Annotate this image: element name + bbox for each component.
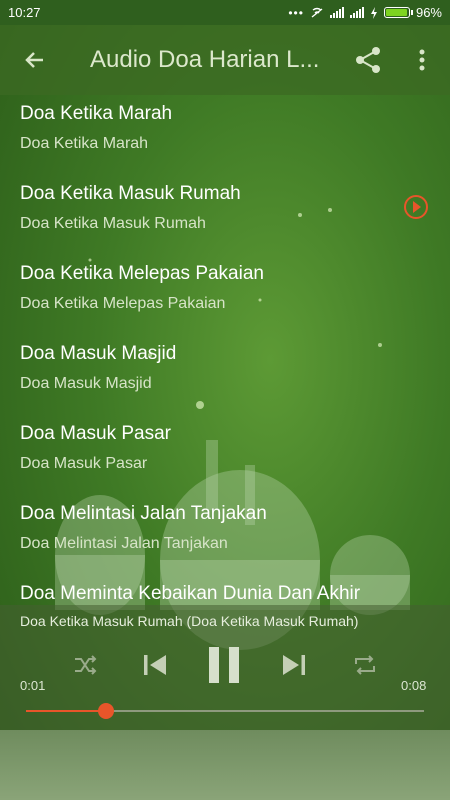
item-title: Doa Masuk Pasar [20,423,172,444]
bottom-area [0,730,450,800]
seek-bar[interactable] [26,703,424,719]
play-circle-icon[interactable] [404,195,428,219]
item-subtitle: Doa Masuk Masjid [20,375,152,392]
item-subtitle: Doa Melintasi Jalan Tanjakan [20,535,228,552]
battery-level: 96% [415,5,442,20]
list-item[interactable]: Doa Ketika Melepas Pakaian Doa Ketika Me… [0,255,450,335]
item-title: Doa Meminta Kebaikan Dunia Dan Akhir [20,583,361,604]
list-item[interactable]: Doa Ketika Marah Doa Ketika Marah [0,95,450,175]
list-item[interactable]: Doa Masuk Pasar Doa Masuk Pasar [0,415,450,495]
item-subtitle: Doa Masuk Pasar [20,455,148,472]
charging-icon [370,6,377,19]
list-item[interactable]: Doa Ketika Masuk Rumah Doa Ketika Masuk … [0,175,450,255]
item-title: Doa Melintasi Jalan Tanjakan [20,503,267,524]
app-title: Audio Doa Harian L... [90,46,320,73]
item-subtitle: Doa Ketika Marah [20,135,149,152]
pause-button[interactable] [205,643,245,692]
player-panel: Doa Ketika Masuk Rumah (Doa Ketika Masuk… [0,605,450,730]
previous-button[interactable] [141,650,169,685]
item-subtitle: Doa Ketika Melepas Pakaian [20,295,226,312]
list-item[interactable]: Doa Masuk Masjid Doa Masuk Masjid [0,335,450,415]
more-vert-icon [419,49,425,71]
now-playing-label: Doa Ketika Masuk Rumah (Doa Ketika Masuk… [20,613,359,629]
item-title: Doa Masuk Masjid [20,343,177,364]
list-item[interactable]: Doa Meminta Kebaikan Dunia Dan Akhir [0,575,450,605]
seek-progress [26,710,106,712]
skip-previous-icon [144,655,166,675]
item-title: Doa Ketika Masuk Rumah [20,183,241,204]
player-controls [0,640,450,695]
share-button[interactable] [352,43,386,77]
app-bar: Audio Doa Harian L... [0,25,450,95]
list-item[interactable]: Doa Melintasi Jalan Tanjakan Doa Melinta… [0,495,450,575]
dots-icon: ••• [288,5,304,20]
status-time: 10:27 [8,5,41,20]
signal-icon [329,7,344,18]
item-title: Doa Ketika Melepas Pakaian [20,263,264,284]
share-icon [356,47,380,73]
audio-list: Doa Ketika Marah Doa Ketika Marah Doa Ke… [0,95,450,605]
shuffle-button[interactable] [72,652,98,683]
item-subtitle: Doa Ketika Masuk Rumah [20,215,206,232]
skip-next-icon [283,655,305,675]
signal-icon-2 [349,7,364,18]
battery-icon [383,7,413,18]
shuffle-icon [75,655,97,675]
back-button[interactable] [0,25,70,95]
back-arrow-icon [25,52,43,68]
item-title: Doa Ketika Marah [20,103,173,124]
repeat-button[interactable] [351,652,379,683]
repeat-icon [355,655,375,675]
status-icons: ••• 96% [288,5,442,20]
total-duration: 0:08 [401,678,427,693]
pause-icon [209,647,239,683]
elapsed-time: 0:01 [20,678,46,693]
more-options-button[interactable] [410,43,434,77]
status-bar: 10:27 ••• 96% [0,0,450,25]
seek-thumb[interactable] [97,703,114,719]
next-button[interactable] [280,650,308,685]
no-data-icon [311,7,323,18]
